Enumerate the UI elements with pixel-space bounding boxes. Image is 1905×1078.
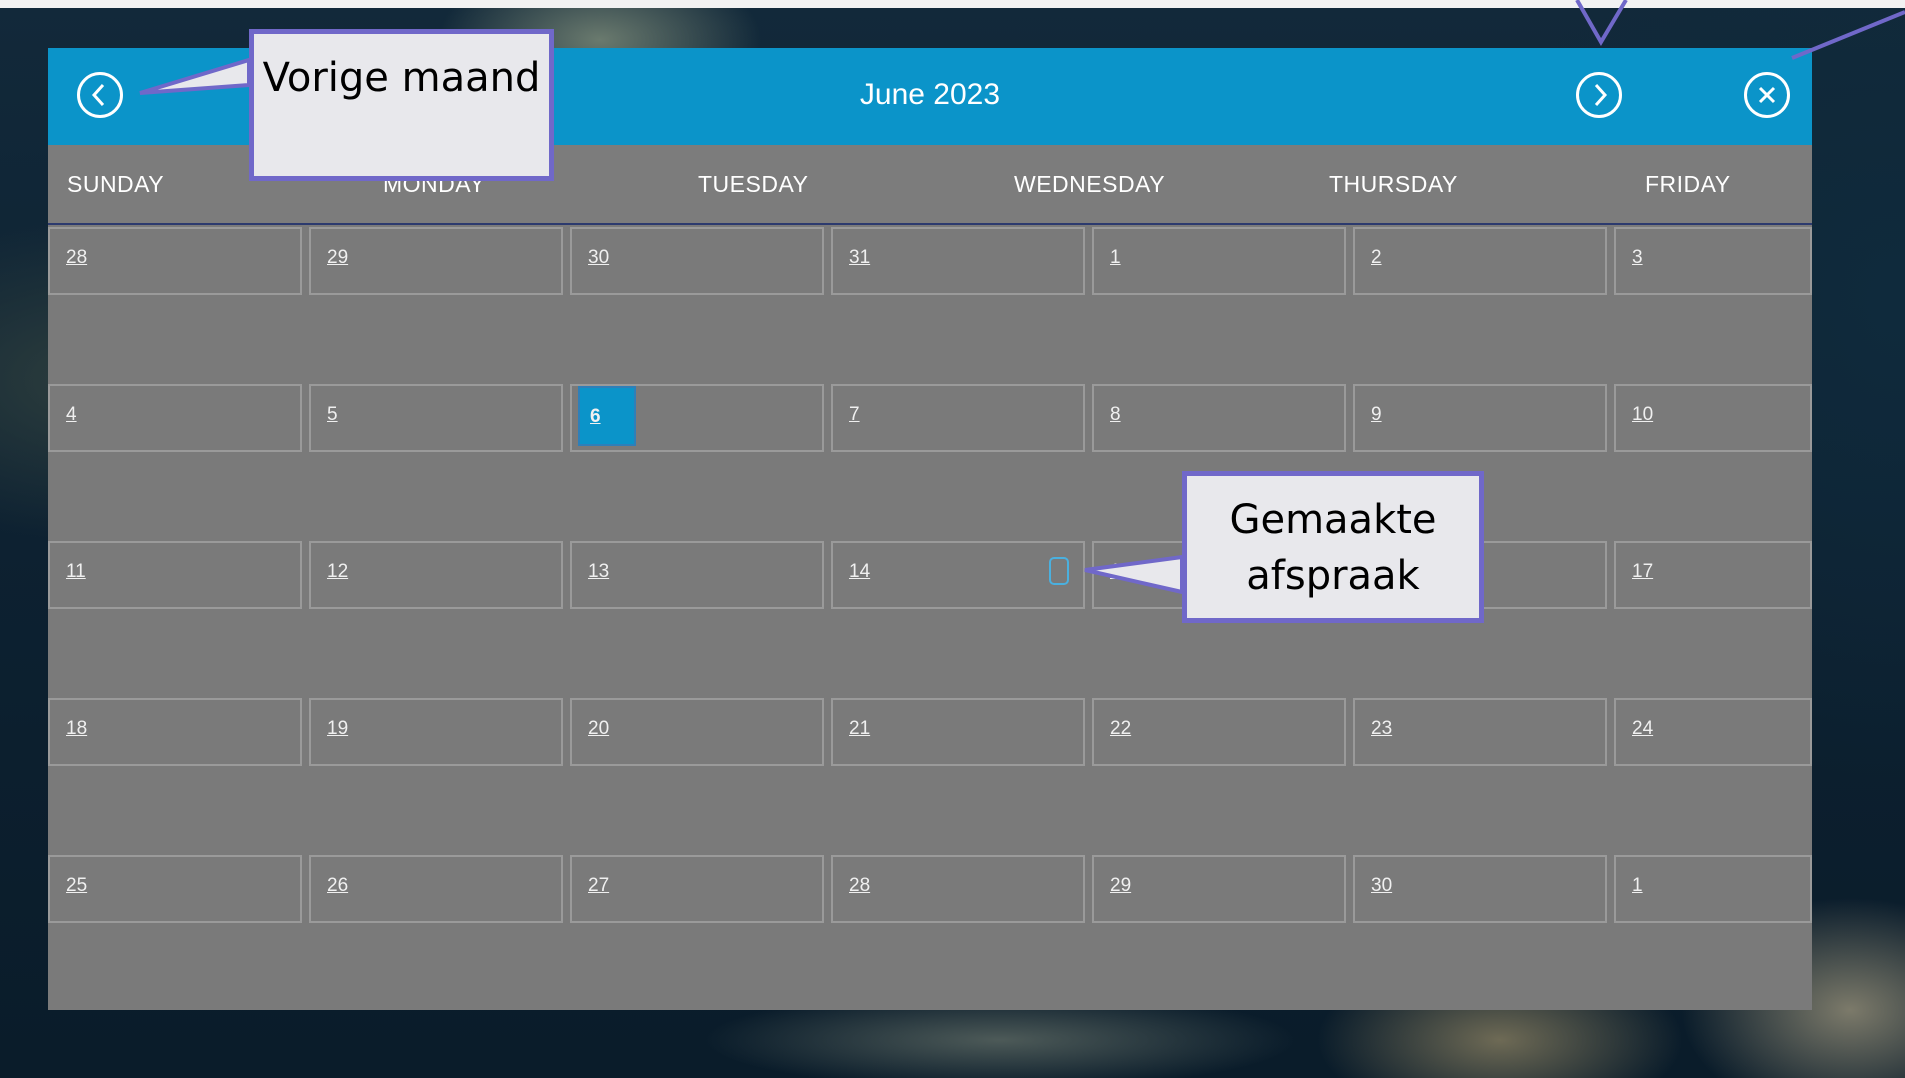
day-cell[interactable]: 13 (570, 541, 824, 609)
weekday-sunday: SUNDAY (67, 171, 165, 197)
day-number[interactable]: 23 (1371, 718, 1392, 740)
callout-previous-month: Vorige maand (249, 29, 554, 181)
day-cell[interactable]: 22 (1092, 698, 1346, 766)
day-number[interactable]: 30 (1371, 875, 1392, 897)
day-number[interactable]: 24 (1632, 718, 1653, 740)
close-icon (1758, 86, 1776, 104)
day-cell[interactable]: 4 (48, 384, 302, 452)
day-number[interactable]: 20 (588, 718, 609, 740)
day-number[interactable]: 8 (1110, 404, 1121, 426)
day-cell[interactable]: 14 (831, 541, 1085, 609)
calendar-dialog: June 2023 SUNDAY MONDAY TUESDAY WEDNESDA… (48, 48, 1812, 1010)
day-cell[interactable]: 19 (309, 698, 563, 766)
day-cell[interactable]: 9 (1353, 384, 1607, 452)
day-number[interactable]: 27 (588, 875, 609, 897)
day-number[interactable]: 31 (849, 247, 870, 269)
day-number[interactable]: 1 (1632, 875, 1643, 897)
day-number[interactable]: 4 (66, 404, 77, 426)
day-number[interactable]: 9 (1371, 404, 1382, 426)
next-month-button[interactable] (1576, 72, 1622, 118)
day-number[interactable]: 15 (1110, 561, 1131, 583)
weekday-wednesday: WEDNESDAY (1014, 171, 1166, 197)
screen-top-band (0, 0, 1905, 8)
day-cell[interactable]: 1 (1092, 227, 1346, 295)
weekday-tuesday: TUESDAY (698, 171, 809, 197)
day-number[interactable]: 7 (849, 404, 860, 426)
day-cell[interactable]: 31 (831, 227, 1085, 295)
day-number[interactable]: 29 (327, 247, 348, 269)
day-number[interactable]: 28 (66, 247, 87, 269)
day-number[interactable]: 3 (1632, 247, 1643, 269)
day-cell[interactable]: 29 (1092, 855, 1346, 923)
day-cell[interactable]: 28 (831, 855, 1085, 923)
day-number[interactable]: 30 (588, 247, 609, 269)
day-cell[interactable]: 3 (1614, 227, 1812, 295)
day-cell[interactable]: 23 (1353, 698, 1607, 766)
day-cell[interactable]: 8 (1092, 384, 1346, 452)
weekday-friday: FRIDAY (1645, 171, 1731, 197)
day-cell[interactable]: 20 (570, 698, 824, 766)
day-cell[interactable]: 2 (1353, 227, 1607, 295)
day-cell[interactable]: 29 (309, 227, 563, 295)
day-number[interactable]: 22 (1110, 718, 1131, 740)
day-cell[interactable]: 17 (1614, 541, 1812, 609)
weekday-thursday: THURSDAY (1329, 171, 1458, 197)
day-number[interactable]: 1 (1110, 247, 1121, 269)
chevron-right-icon (1594, 83, 1608, 107)
day-cell[interactable]: 21 (831, 698, 1085, 766)
day-number[interactable]: 25 (66, 875, 87, 897)
day-cell[interactable]: 12 (309, 541, 563, 609)
day-cell[interactable]: 27 (570, 855, 824, 923)
day-cell[interactable]: 6 (570, 384, 824, 452)
day-number[interactable]: 21 (849, 718, 870, 740)
day-number-today[interactable]: 6 (578, 386, 636, 446)
day-number[interactable]: 12 (327, 561, 348, 583)
day-cell[interactable]: 7 (831, 384, 1085, 452)
day-number[interactable]: 17 (1632, 561, 1653, 583)
day-cell[interactable]: 26 (309, 855, 563, 923)
day-number[interactable]: 10 (1632, 404, 1653, 426)
day-number[interactable]: 26 (327, 875, 348, 897)
day-cell[interactable]: 1 (1614, 855, 1812, 923)
day-cell[interactable]: 18 (48, 698, 302, 766)
appointment-icon[interactable] (1049, 557, 1069, 585)
day-cell[interactable]: 30 (1353, 855, 1607, 923)
day-cell[interactable]: 5 (309, 384, 563, 452)
day-number[interactable]: 29 (1110, 875, 1131, 897)
day-cell[interactable]: 25 (48, 855, 302, 923)
day-cell[interactable]: 11 (48, 541, 302, 609)
day-number[interactable]: 13 (588, 561, 609, 583)
day-cell[interactable]: 24 (1614, 698, 1812, 766)
day-number[interactable]: 28 (849, 875, 870, 897)
day-number[interactable]: 11 (66, 561, 86, 583)
callout-appointment: Gemaakte afspraak (1182, 471, 1484, 623)
day-number[interactable]: 2 (1371, 247, 1382, 269)
day-cell[interactable]: 28 (48, 227, 302, 295)
close-button[interactable] (1744, 72, 1790, 118)
day-number[interactable]: 18 (66, 718, 87, 740)
day-cell[interactable]: 10 (1614, 384, 1812, 452)
day-cell[interactable]: 30 (570, 227, 824, 295)
day-number[interactable]: 19 (327, 718, 348, 740)
day-number[interactable]: 5 (327, 404, 338, 426)
day-number[interactable]: 14 (849, 561, 870, 583)
